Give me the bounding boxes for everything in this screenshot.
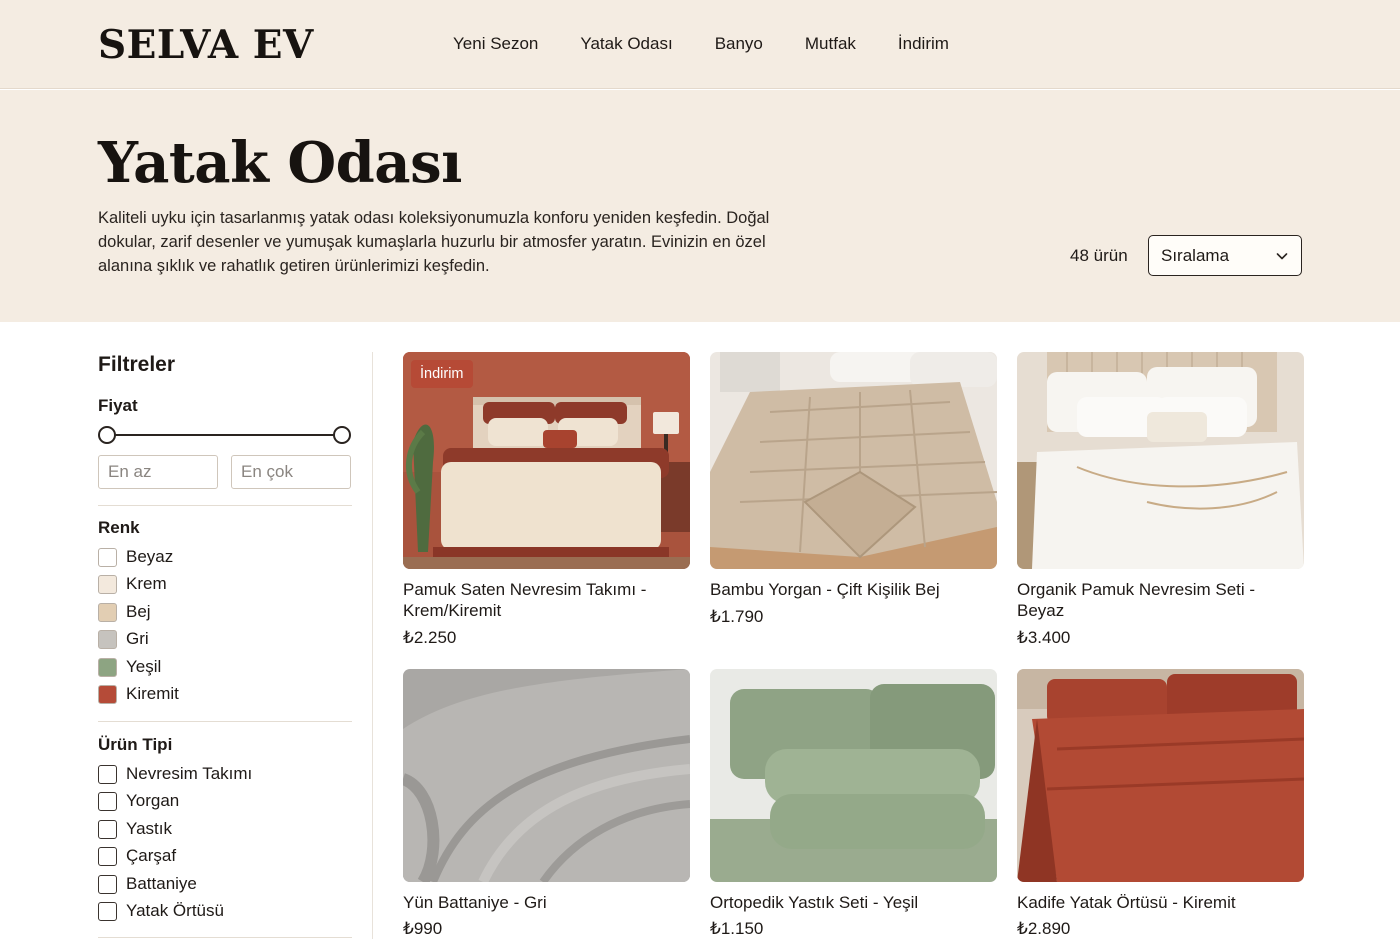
nav-item-yatak-odasi[interactable]: Yatak Odası [580, 34, 672, 54]
product-image[interactable] [710, 352, 997, 569]
nav-item-banyo[interactable]: Banyo [715, 34, 763, 54]
product-name[interactable]: Pamuk Saten Nevresim Takımı - Krem/Kirem… [403, 579, 683, 621]
color-swatch [98, 684, 117, 704]
checkbox[interactable] [98, 819, 117, 839]
color-option-yesil[interactable]: Yeşil [98, 656, 161, 678]
type-option-yorgan[interactable]: Yorgan [98, 790, 179, 812]
product-image[interactable] [1017, 669, 1304, 882]
divider [98, 505, 352, 506]
color-swatch [98, 602, 117, 622]
color-option-krem[interactable]: Krem [98, 573, 167, 595]
main-nav: Yeni Sezon Yatak Odası Banyo Mutfak İndi… [453, 34, 991, 54]
divider [98, 721, 352, 722]
color-swatch [98, 657, 117, 677]
color-option-beyaz[interactable]: Beyaz [98, 546, 173, 568]
site-header: SELVA EV Yeni Sezon Yatak Odası Banyo Mu… [0, 0, 1400, 89]
product-price: ₺3.400 [1017, 628, 1071, 647]
checkbox[interactable] [98, 874, 117, 894]
product-image[interactable]: İndirim [403, 352, 690, 569]
nav-item-mutfak[interactable]: Mutfak [805, 34, 856, 54]
product-price: ₺990 [403, 919, 443, 938]
category-description: Kaliteli uyku için tasarlanmış yatak oda… [98, 209, 770, 275]
price-slider-min-handle[interactable] [98, 426, 116, 444]
product-image[interactable] [403, 669, 690, 882]
price-heading: Fiyat [98, 396, 138, 415]
nav-item-indirim[interactable]: İndirim [898, 34, 949, 54]
product-card[interactable]: Organik Pamuk Nevresim Seti - Beyaz ₺3.4… [1017, 352, 1304, 652]
checkbox[interactable] [98, 901, 117, 921]
sidebar-divider [372, 352, 373, 939]
sort-dropdown[interactable]: Sıralama [1148, 235, 1302, 276]
checkbox[interactable] [98, 791, 117, 811]
checkbox[interactable] [98, 846, 117, 866]
product-card[interactable]: Kadife Yatak Örtüsü - Kiremit ₺2.890 [1017, 669, 1304, 939]
category-hero: Yatak Odası Kaliteli uyku için tasarlanm… [0, 90, 1400, 322]
product-price: ₺1.790 [710, 607, 764, 626]
product-image[interactable] [1017, 352, 1304, 569]
price-slider-track[interactable] [106, 434, 342, 436]
product-name[interactable]: Ortopedik Yastık Seti - Yeşil [710, 892, 990, 913]
product-price: ₺1.150 [710, 919, 764, 938]
divider [98, 937, 352, 938]
discount-badge: İndirim [411, 360, 473, 388]
type-option-battaniye[interactable]: Battaniye [98, 873, 197, 895]
type-heading: Ürün Tipi [98, 735, 173, 754]
product-name[interactable]: Organik Pamuk Nevresim Seti - Beyaz [1017, 579, 1297, 621]
product-card[interactable]: Yün Battaniye - Gri ₺990 [403, 669, 690, 939]
chevron-down-icon [1276, 253, 1288, 260]
color-option-gri[interactable]: Gri [98, 628, 149, 650]
type-option-yastik[interactable]: Yastık [98, 818, 172, 840]
color-swatch [98, 547, 117, 567]
product-card[interactable]: Ortopedik Yastık Seti - Yeşil ₺1.150 [710, 669, 997, 939]
checkbox[interactable] [98, 764, 117, 784]
product-count: 48 ürün [1070, 246, 1128, 265]
type-option-yatak-ortusu[interactable]: Yatak Örtüsü [98, 900, 224, 922]
price-max-input[interactable] [231, 455, 351, 489]
type-option-carsaf[interactable]: Çarşaf [98, 845, 176, 867]
price-slider-max-handle[interactable] [333, 426, 351, 444]
color-swatch [98, 574, 117, 594]
filter-sidebar: Filtreler Fiyat Renk Beyaz Krem Bej Gri … [98, 322, 352, 939]
brand-logo[interactable]: SELVA EV [98, 22, 314, 68]
product-price: ₺2.250 [403, 628, 457, 647]
product-card[interactable]: İndirim Pamuk Saten Nevresim Takımı - Kr… [403, 352, 690, 652]
product-name[interactable]: Bambu Yorgan - Çift Kişilik Bej [710, 579, 990, 600]
product-image[interactable] [710, 669, 997, 882]
sort-label: Sıralama [1161, 245, 1230, 265]
price-min-input[interactable] [98, 455, 218, 489]
nav-item-yeni-sezon[interactable]: Yeni Sezon [453, 34, 538, 54]
product-name[interactable]: Yün Battaniye - Gri [403, 892, 683, 913]
color-swatch [98, 629, 117, 649]
color-option-bej[interactable]: Bej [98, 601, 151, 623]
type-option-nevresim-takimi[interactable]: Nevresim Takımı [98, 763, 252, 785]
color-heading: Renk [98, 518, 140, 537]
product-price: ₺2.890 [1017, 919, 1071, 938]
color-option-kiremit[interactable]: Kiremit [98, 683, 179, 705]
product-name[interactable]: Kadife Yatak Örtüsü - Kiremit [1017, 892, 1297, 913]
page-title: Yatak Odası [98, 130, 462, 196]
filters-title: Filtreler [98, 353, 176, 376]
product-card[interactable]: Bambu Yorgan - Çift Kişilik Bej ₺1.790 [710, 352, 997, 632]
